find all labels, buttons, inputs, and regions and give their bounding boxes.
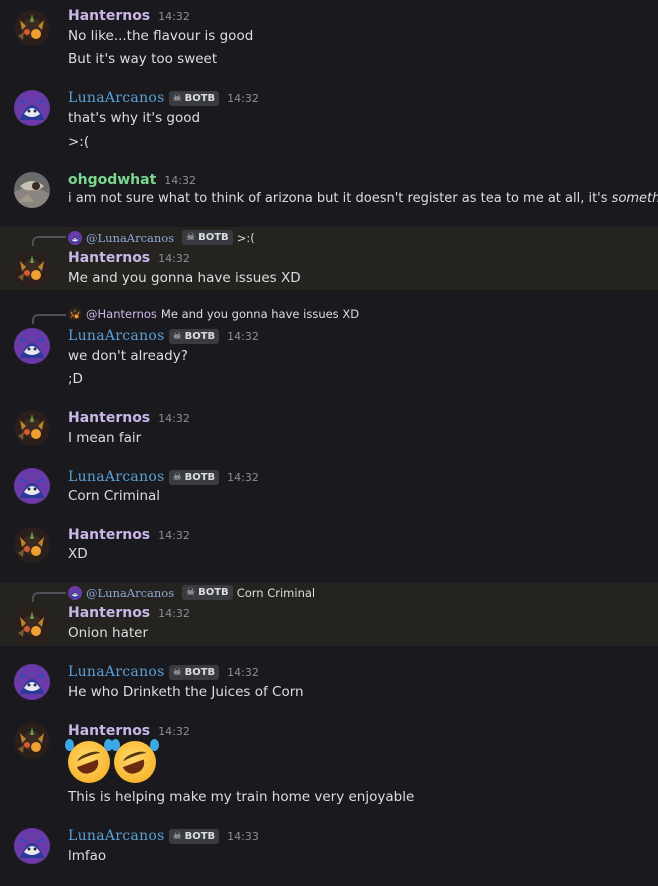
- avatar-lunaarcanos-small: [68, 586, 82, 600]
- username[interactable]: LunaArcanos: [68, 664, 165, 680]
- timestamp: 14:32: [227, 329, 259, 343]
- username[interactable]: LunaArcanos: [68, 469, 165, 485]
- reply-text: Corn Criminal: [236, 585, 316, 600]
- reply-preview[interactable]: @LunaArcanos ☠ BOTB Corn Criminal: [68, 585, 315, 600]
- avatar-lunaarcanos-small: [68, 231, 82, 245]
- reply-author[interactable]: @Hanternos: [86, 307, 157, 321]
- avatar-lunaarcanos[interactable]: [14, 328, 50, 364]
- avatar-hanternos[interactable]: [14, 251, 50, 287]
- timestamp: 14:32: [164, 173, 196, 187]
- skull-icon: ☠: [172, 666, 182, 678]
- message-text: This is helping make my train home very …: [68, 789, 415, 805]
- timestamp: 14:32: [158, 606, 190, 620]
- timestamp: 14:32: [158, 9, 190, 23]
- message-text: But it's way too sweet: [68, 51, 218, 67]
- reply-spine: [32, 236, 66, 246]
- message: @Hanternos Me and you gonna have issues …: [0, 304, 658, 396]
- message: ohgodwhat 14:32 i am not sure what to th…: [0, 164, 658, 224]
- reply-spine: [32, 314, 66, 324]
- username[interactable]: LunaArcanos: [68, 90, 165, 106]
- avatar-hanternos[interactable]: [14, 527, 50, 563]
- timestamp: 14:32: [158, 411, 190, 425]
- message: Hanternos 14:32 I mean fair: [0, 400, 658, 458]
- message-text: we don't already?: [68, 348, 188, 364]
- avatar-hanternos-small: [68, 307, 82, 321]
- skull-icon: ☠: [172, 830, 182, 842]
- botb-badge: ☠ BOTB: [168, 664, 220, 680]
- botb-badge: ☠ BOTB: [168, 828, 220, 844]
- message-highlighted: @LunaArcanos ☠ BOTB >:( Hanternos 14:32 M…: [0, 227, 658, 290]
- message-text: ;D: [68, 371, 83, 387]
- message-text: Me and you gonna have issues XD: [68, 270, 301, 286]
- username[interactable]: Hanternos: [68, 605, 150, 621]
- username[interactable]: Hanternos: [68, 527, 150, 543]
- skull-icon: ☠: [186, 587, 196, 598]
- message: LunaArcanos ☠ BOTB 14:33 lmfao: [0, 818, 658, 886]
- botb-badge: ☠ BOTB: [168, 90, 220, 106]
- message: Hanternos 14:32 No like...the flavour is…: [0, 0, 658, 80]
- avatar-hanternos[interactable]: [14, 410, 50, 446]
- timestamp: 14:32: [158, 251, 190, 265]
- message-text: i am not sure what to think of arizona b…: [68, 191, 658, 206]
- avatar-lunaarcanos[interactable]: [14, 468, 50, 504]
- reply-preview[interactable]: @LunaArcanos ☠ BOTB >:(: [68, 230, 255, 245]
- message-highlighted: @LunaArcanos ☠ BOTB Corn Criminal Hantern…: [0, 583, 658, 646]
- botb-badge: ☠ BOTB: [182, 230, 233, 245]
- avatar-lunaarcanos[interactable]: [14, 90, 50, 126]
- botb-badge: ☠ BOTB: [168, 469, 220, 485]
- reply-text: >:(: [236, 230, 255, 245]
- message: Hanternos 14:32 XD: [0, 517, 658, 577]
- message-text: that's why it's good: [68, 110, 201, 126]
- emoji-row: [65, 739, 159, 783]
- avatar-hanternos[interactable]: [14, 607, 50, 643]
- username[interactable]: Hanternos: [68, 723, 150, 739]
- avatar-lunaarcanos[interactable]: [14, 828, 50, 864]
- message: LunaArcanos ☠ BOTB 14:32 Corn Criminal: [0, 459, 658, 517]
- skull-icon: ☠: [172, 330, 182, 342]
- skull-icon: ☠: [186, 232, 196, 243]
- botb-badge: ☠ BOTB: [168, 328, 220, 344]
- skull-icon: ☠: [172, 471, 182, 483]
- message-text: He who Drinketh the Juices of Corn: [68, 684, 304, 700]
- timestamp: 14:33: [227, 829, 259, 843]
- message-text: Onion hater: [68, 625, 149, 641]
- username[interactable]: ohgodwhat: [68, 172, 156, 188]
- avatar-hanternos[interactable]: [14, 723, 50, 759]
- message-text: lmfao: [68, 848, 107, 864]
- reply-text: Me and you gonna have issues XD: [160, 307, 360, 321]
- rofl-emoji[interactable]: [65, 739, 113, 783]
- timestamp: 14:32: [227, 470, 259, 484]
- message-text: >:(: [68, 134, 90, 150]
- message-text: No like...the flavour is good: [68, 28, 254, 44]
- avatar-ohgodwhat[interactable]: [14, 172, 50, 208]
- username[interactable]: Hanternos: [68, 250, 150, 266]
- timestamp: 14:32: [227, 665, 259, 679]
- avatar-lunaarcanos[interactable]: [14, 664, 50, 700]
- message-text: I mean fair: [68, 430, 142, 446]
- timestamp: 14:32: [227, 91, 259, 105]
- reply-spine: [32, 592, 66, 602]
- message: Hanternos 14:32 This is helping make my …: [0, 713, 658, 813]
- message-text: XD: [68, 546, 88, 562]
- message: LunaArcanos ☠ BOTB 14:32 that's why it's …: [0, 80, 658, 164]
- reply-preview[interactable]: @Hanternos Me and you gonna have issues …: [68, 307, 359, 321]
- username[interactable]: LunaArcanos: [68, 328, 165, 344]
- botb-badge: ☠ BOTB: [182, 585, 233, 600]
- reply-author[interactable]: @LunaArcanos: [86, 586, 174, 600]
- message-text: Corn Criminal: [68, 488, 161, 504]
- skull-icon: ☠: [172, 92, 182, 104]
- rofl-emoji[interactable]: [111, 739, 159, 783]
- username[interactable]: Hanternos: [68, 8, 150, 24]
- avatar-hanternos[interactable]: [14, 10, 50, 46]
- timestamp: 14:32: [158, 724, 190, 738]
- message: LunaArcanos ☠ BOTB 14:32 He who Drinketh …: [0, 654, 658, 712]
- username[interactable]: Hanternos: [68, 410, 150, 426]
- username[interactable]: LunaArcanos: [68, 828, 165, 844]
- reply-author[interactable]: @LunaArcanos: [86, 231, 174, 245]
- timestamp: 14:32: [158, 528, 190, 542]
